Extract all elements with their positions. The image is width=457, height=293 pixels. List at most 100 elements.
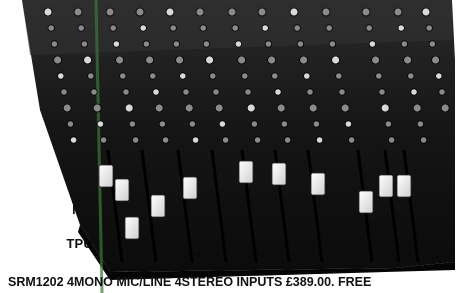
knob [50,40,59,48]
knob [149,72,157,80]
fader-cap [150,194,166,218]
knob [184,103,194,113]
knob [122,88,130,96]
knob [152,88,160,96]
knob [264,40,272,48]
knob [139,24,147,32]
knob [421,7,431,17]
knob [53,55,62,65]
knob [227,7,237,17]
knob [340,103,350,113]
knob [347,136,356,144]
fader-cap [98,164,114,188]
knob [132,136,140,144]
fader-cap [114,178,130,202]
knob [440,103,450,113]
knob [257,7,267,17]
knob [328,40,336,48]
knob [384,120,392,128]
knob [312,120,320,128]
knob [267,55,277,65]
knob [246,103,256,113]
knob [368,40,376,48]
knob [296,40,304,48]
knob [231,24,239,32]
knob [306,88,314,96]
knob [83,55,92,65]
fader-cap [396,174,412,198]
knob [73,7,83,17]
knob [62,103,72,113]
knob [261,24,269,32]
mixer-photo [22,0,455,293]
knob [361,7,371,17]
knob [43,7,53,17]
knob [87,72,95,80]
knob [188,120,196,128]
knob [299,55,309,65]
knob [175,55,185,65]
knob [214,103,224,113]
knob [115,55,124,65]
fader-cap [124,216,140,240]
knob [182,88,190,96]
knob [416,120,424,128]
knob [162,136,170,144]
knob [344,120,352,128]
knob [105,7,115,17]
knob [202,40,210,48]
knob [169,24,177,32]
knob [154,103,164,113]
knob [438,88,446,96]
knob [212,88,220,96]
knob [234,40,242,48]
knob [100,136,108,144]
knob [77,24,85,32]
knob [419,136,428,144]
fader-cap [182,176,198,200]
fader-cap [378,174,394,198]
knob [378,88,386,96]
knob [179,72,187,80]
knob [338,88,346,96]
knob [387,136,396,144]
knob [371,55,381,65]
knob [365,24,373,32]
knob [80,40,89,48]
knob [90,88,98,96]
knob [280,120,288,128]
knob [403,55,413,65]
knob [199,24,207,32]
knob [393,7,403,17]
knob [303,72,311,80]
knob [158,120,166,128]
fader-cap [271,162,287,186]
knob [274,88,282,96]
knob [135,7,145,17]
knob [271,72,279,80]
knob [92,103,102,113]
knob [66,120,75,128]
knob [380,103,390,113]
knob [142,40,150,48]
knob [276,103,286,113]
knob [109,24,117,32]
knob [60,88,68,96]
knob [195,7,205,17]
knob [315,136,324,144]
knob [289,7,299,17]
knob [308,103,318,113]
knob [145,55,155,65]
knob [331,55,341,65]
knob [335,72,343,80]
knob [128,120,136,128]
fader-cap [310,172,326,196]
knob [70,136,78,144]
knob [57,72,65,80]
knob [218,120,226,128]
knob [375,72,383,80]
knob [254,136,262,144]
knob [119,72,127,80]
knob [96,120,105,128]
knob [192,136,200,144]
